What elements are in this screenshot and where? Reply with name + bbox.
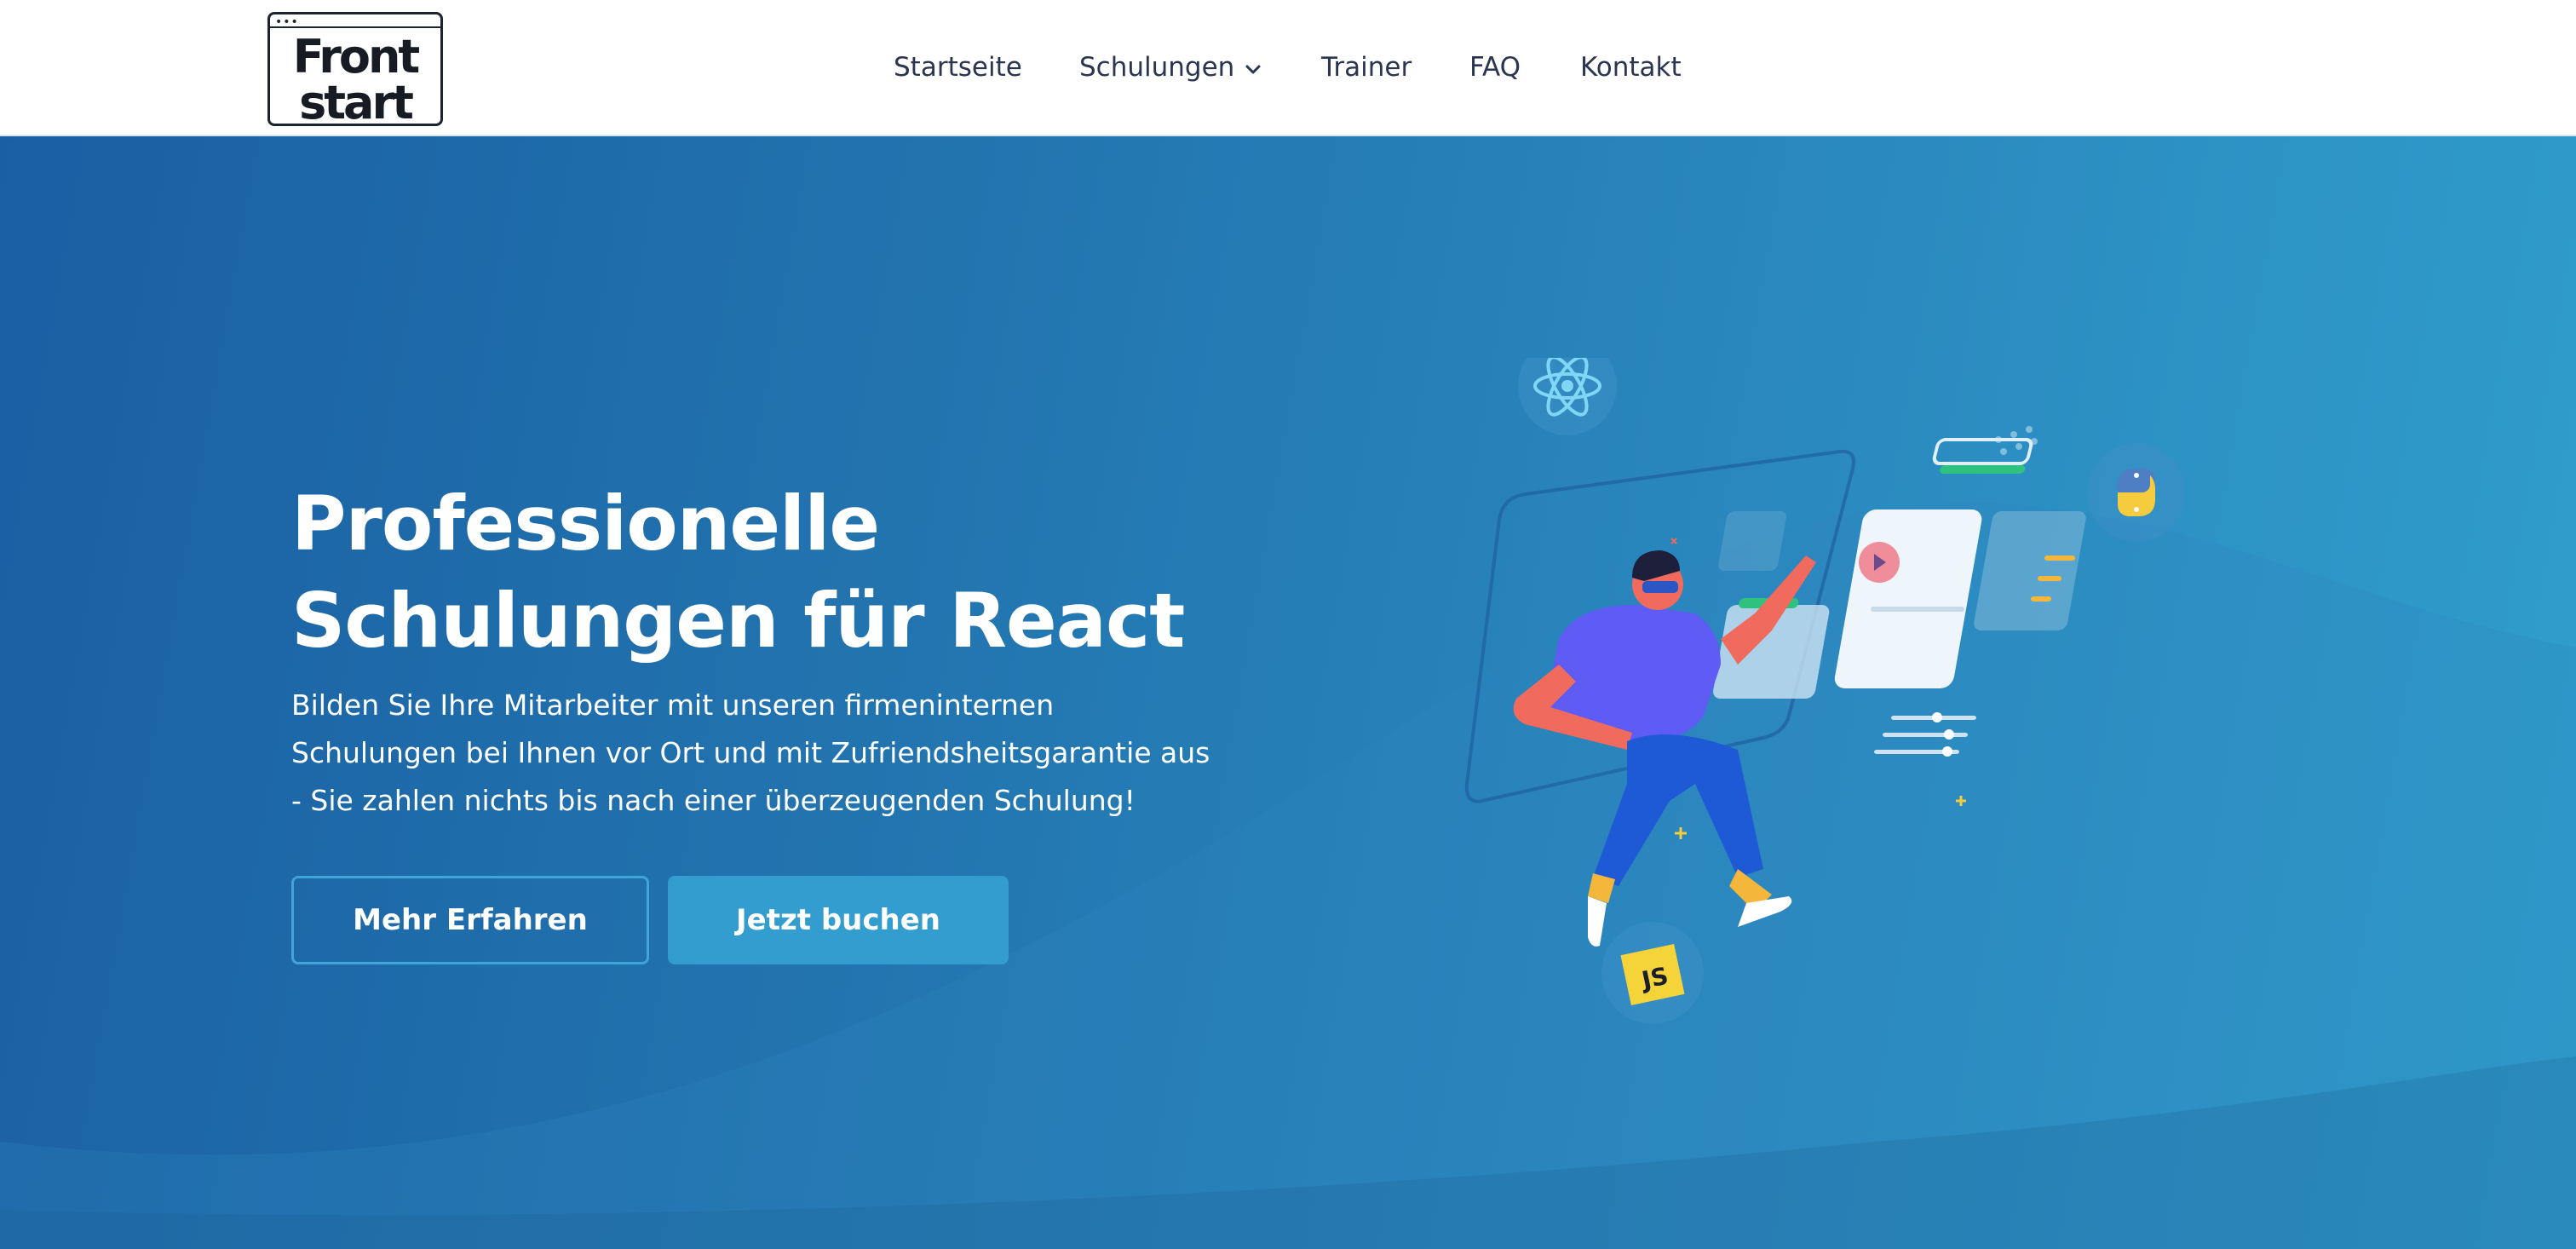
- javascript-icon: JS: [1601, 922, 1704, 1024]
- logo-text-line2: start: [299, 76, 414, 130]
- hero-title-line2: Schulungen für React: [291, 577, 1185, 665]
- react-icon: [1518, 358, 1617, 435]
- logo-text-line1: Front: [292, 30, 420, 83]
- site-header: ••• Front start Startseite Schulungen Tr…: [0, 0, 2576, 136]
- python-icon: [2087, 443, 2186, 542]
- chevron-down-icon[interactable]: [1243, 59, 1263, 79]
- frontstart-logo[interactable]: ••• Front start: [267, 12, 443, 130]
- hero-subtitle-line2: Schulungen bei Ihnen vor Ort und mit Zuf…: [291, 736, 1210, 769]
- hero-subtitle-line1: Bilden Sie Ihre Mitarbeiter mit unseren …: [291, 688, 1055, 722]
- hero-title-line1: Professionelle: [291, 480, 880, 567]
- hero-subtitle-line3: - Sie zahlen nichts bis nach einer überz…: [291, 784, 1136, 817]
- nav-item-schulungen[interactable]: Schulungen: [1079, 46, 1263, 89]
- hero-subtitle: Bilden Sie Ihre Mitarbeiter mit unseren …: [291, 682, 1279, 825]
- logo-divider: [270, 26, 440, 28]
- nav-item-faq[interactable]: FAQ: [1469, 46, 1521, 89]
- nav-item-startseite[interactable]: Startseite: [894, 46, 1022, 89]
- jetzt-buchen-button[interactable]: Jetzt buchen: [668, 876, 1009, 964]
- nav-item-trainer[interactable]: Trainer: [1321, 46, 1412, 89]
- hero-illustration: JS: [1464, 358, 2186, 1024]
- hero-title: Professionelle Schulungen für React: [291, 475, 1314, 670]
- person-figure: [1513, 550, 1816, 947]
- mehr-erfahren-button[interactable]: Mehr Erfahren: [291, 876, 649, 964]
- nav-item-schulungen-label: Schulungen: [1079, 52, 1235, 83]
- nav-item-kontakt[interactable]: Kontakt: [1580, 46, 1682, 89]
- hero-section: Professionelle Schulungen für React Bild…: [0, 136, 2576, 1249]
